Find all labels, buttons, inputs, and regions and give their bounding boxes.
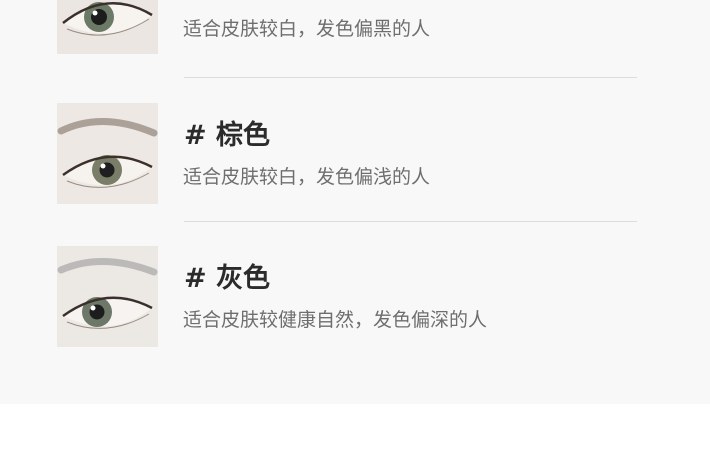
color-guide-panel: 适合皮肤较白，发色偏黑的人 # 棕色 适合皮肤较白，发色偏浅的人 # 灰色 适合… — [0, 0, 710, 404]
item-description: 适合皮肤较白，发色偏浅的人 — [183, 166, 431, 188]
item-description: 适合皮肤较健康自然，发色偏深的人 — [183, 309, 488, 331]
item-description: 适合皮肤较白，发色偏黑的人 — [183, 18, 431, 40]
eye-photo — [57, 246, 158, 347]
eye-photo — [57, 0, 158, 54]
eye-photo — [57, 103, 158, 204]
divider — [184, 221, 637, 222]
item-title: # 棕色 — [184, 120, 271, 151]
divider — [184, 77, 637, 78]
item-title: # 灰色 — [184, 263, 271, 294]
